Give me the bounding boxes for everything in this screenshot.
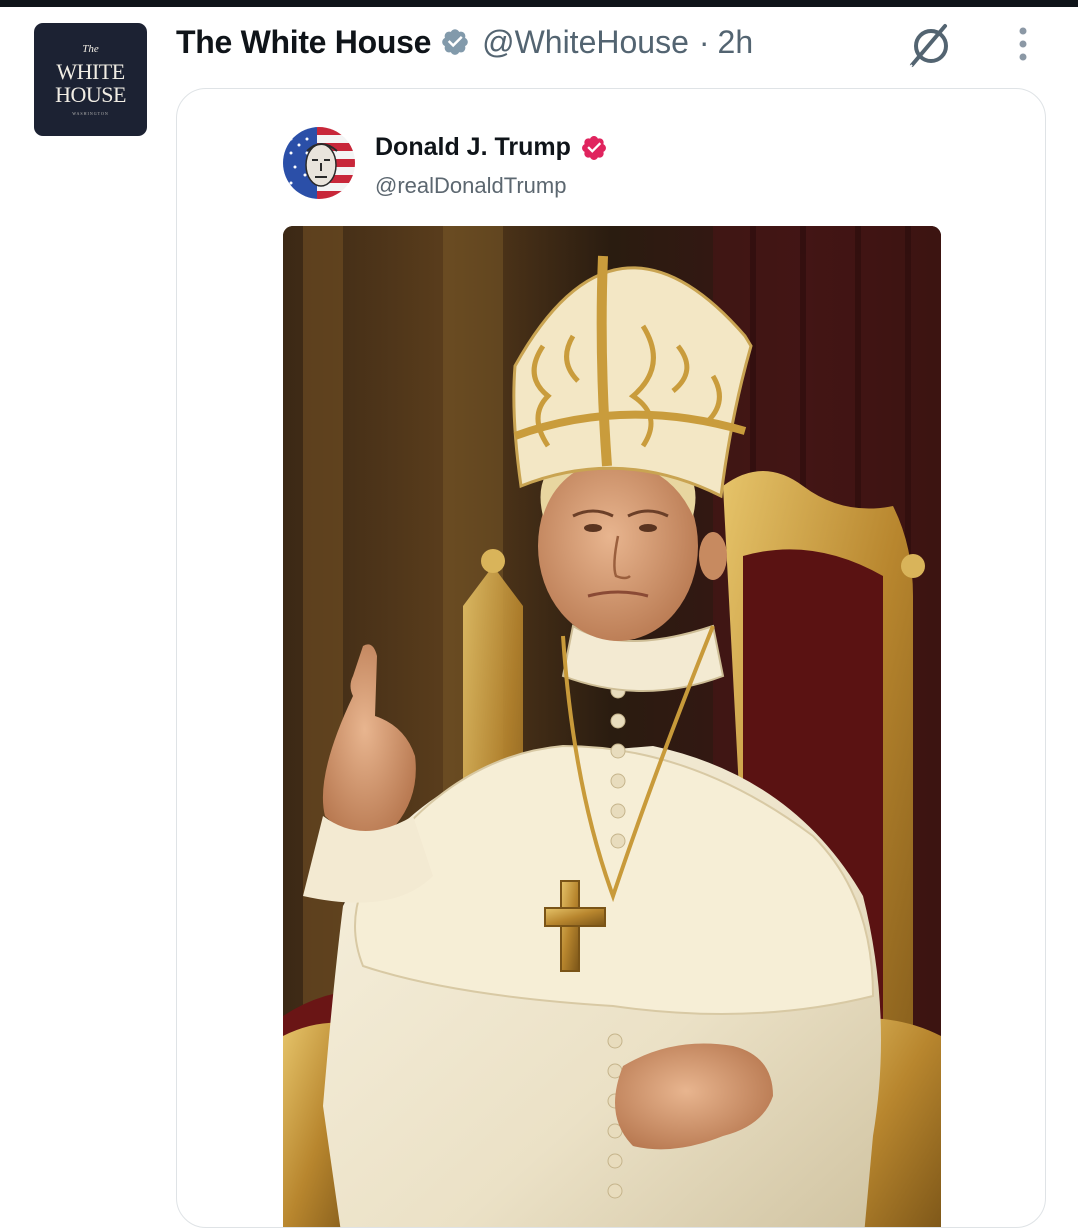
flag-portrait-avatar[interactable]: [283, 127, 355, 199]
verified-badge-pink-icon[interactable]: [580, 134, 608, 162]
avatar-text-house: HOUSE: [55, 82, 126, 107]
status-bar-edge: [0, 0, 1078, 7]
author-name[interactable]: The White House: [176, 24, 431, 61]
more-vertical-icon[interactable]: [1005, 24, 1041, 66]
quoted-author-handle[interactable]: @realDonaldTrump: [375, 173, 566, 199]
quoted-author-row: Donald J. Trump: [375, 133, 608, 162]
quoted-post-card[interactable]: Donald J. Trump @realDonaldTrump: [176, 88, 1046, 1228]
avatar-text-the: The: [82, 43, 99, 55]
verified-badge-icon[interactable]: [440, 27, 470, 57]
post-header: The White House @WhiteHouse · 2h: [176, 22, 753, 62]
author-avatar[interactable]: The WHITE HOUSE WASHINGTON: [34, 23, 147, 136]
separator-dot: ·: [698, 23, 710, 60]
pope-portrait-illustration: [283, 226, 941, 1227]
post-time[interactable]: 2h: [718, 24, 754, 61]
author-handle[interactable]: @WhiteHouse: [482, 24, 689, 61]
avatar-text-washington: WASHINGTON: [72, 111, 109, 116]
quoted-author-name[interactable]: Donald J. Trump: [375, 133, 571, 162]
avatar-text-white: WHITE: [56, 59, 125, 84]
grok-icon[interactable]: [905, 20, 957, 72]
quoted-post-image[interactable]: [283, 226, 941, 1227]
